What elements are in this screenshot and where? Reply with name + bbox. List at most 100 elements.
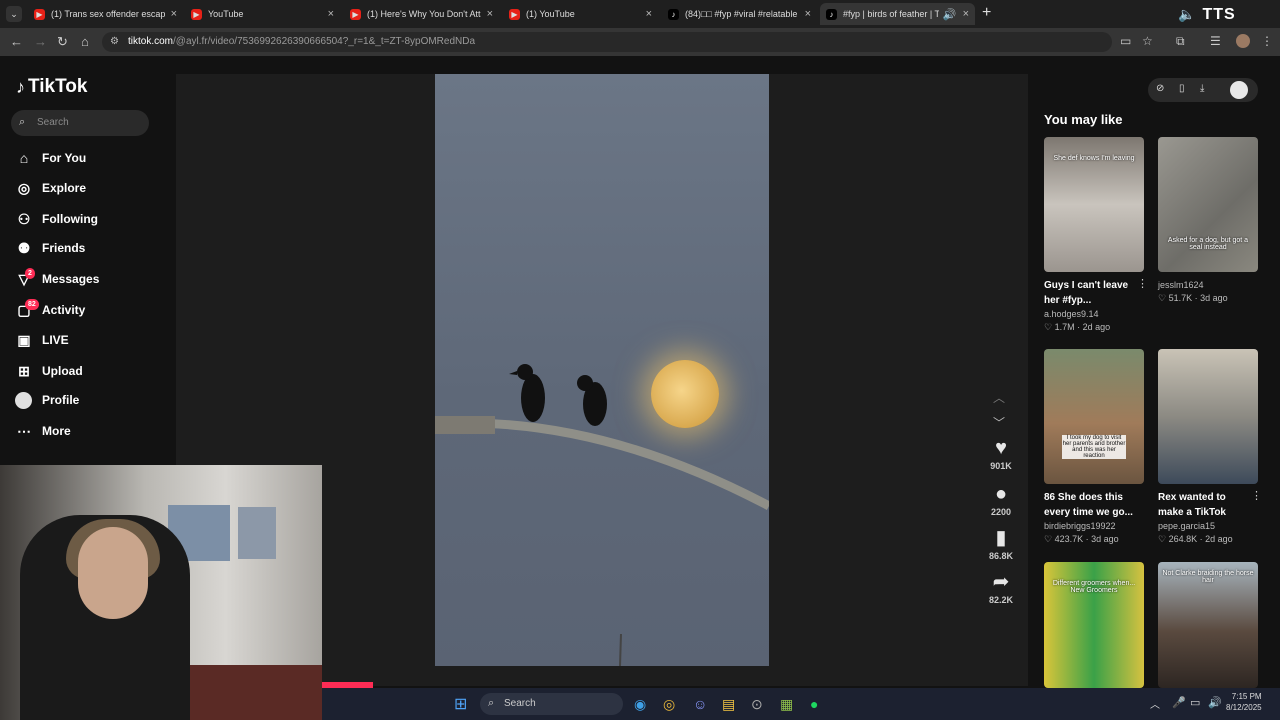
tab-title: YouTube bbox=[208, 9, 244, 19]
sidebar-item-profile[interactable]: Profile bbox=[15, 389, 79, 411]
card-more-icon[interactable]: ⋮ bbox=[1137, 277, 1148, 290]
tiktok-logo[interactable]: ♪ TikTok bbox=[16, 76, 87, 98]
tiktok-icon: ♪ bbox=[826, 8, 837, 20]
card-username[interactable]: a.hodges9.14 bbox=[1044, 309, 1144, 319]
network-icon[interactable]: ▭ bbox=[1190, 696, 1200, 709]
close-tab-icon[interactable]: × bbox=[171, 8, 177, 20]
recommendation-card[interactable]: I took my dog to visit her parents and b… bbox=[1044, 349, 1144, 545]
comment-button[interactable]: ● 2200 bbox=[984, 483, 1018, 517]
recommendation-card[interactable]: Rex wanted to make a TikTok ⋮ pepe.garci… bbox=[1158, 349, 1262, 545]
video-thumbnail[interactable]: Different groomers when... New Groomers bbox=[1044, 562, 1144, 688]
browser-tab-5[interactable]: ♪ (84)□□ #fyp #viral #relatable # × bbox=[662, 3, 817, 25]
share-button[interactable]: ➦ 82.2K bbox=[984, 571, 1018, 605]
cast-icon[interactable]: ▭ bbox=[1120, 34, 1131, 48]
card-more-icon[interactable]: ⋮ bbox=[1251, 489, 1262, 502]
sidebar-item-explore[interactable]: ◎ Explore bbox=[15, 177, 86, 199]
browser-tab-3[interactable]: ▶ (1) Here's Why You Don't Attac × bbox=[344, 3, 499, 25]
browser-tab-1[interactable]: ▶ (1) Trans sex offender escapes p × bbox=[28, 3, 183, 25]
reading-list-icon[interactable]: ☰ bbox=[1210, 34, 1221, 48]
card-likes: 51.7K bbox=[1168, 293, 1193, 303]
new-tab-button[interactable]: + bbox=[982, 4, 991, 22]
live-icon: ▣ bbox=[17, 331, 31, 348]
edge-icon[interactable]: ◉ bbox=[634, 696, 646, 713]
close-tab-icon[interactable]: × bbox=[487, 8, 493, 20]
extensions-icon[interactable]: ⧉ bbox=[1176, 34, 1185, 49]
recommendation-card[interactable]: Asked for a dog, but got a seal instead … bbox=[1158, 137, 1258, 304]
device-icon[interactable]: ▯ bbox=[1179, 83, 1185, 94]
sidebar-item-for-you[interactable]: ⌂ For You bbox=[15, 147, 86, 169]
volume-icon[interactable]: 🔊 bbox=[1208, 696, 1222, 709]
audio-playing-icon[interactable]: 🔊 bbox=[943, 8, 957, 21]
spotify-icon[interactable]: ● bbox=[810, 696, 818, 712]
reload-icon[interactable]: ↻ bbox=[57, 34, 68, 50]
tab-search-button[interactable]: ⌄ bbox=[6, 6, 22, 22]
windows-start-icon[interactable]: ⊞ bbox=[454, 694, 467, 714]
card-title[interactable]: 86 She does this every time we go... bbox=[1044, 490, 1134, 520]
download-icon[interactable]: ⤓ bbox=[1200, 83, 1204, 94]
recommendation-card[interactable]: Different groomers when... New Groomers bbox=[1044, 562, 1144, 688]
card-username[interactable]: jesslm1624 bbox=[1158, 280, 1258, 290]
card-username[interactable]: birdiebriggs19922 bbox=[1044, 521, 1144, 531]
site-info-icon[interactable]: ⚙ bbox=[110, 36, 119, 47]
tab-title: (1) YouTube bbox=[526, 9, 575, 19]
card-username[interactable]: pepe.garcia15 bbox=[1158, 521, 1258, 531]
card-likes: 264.8K bbox=[1168, 534, 1198, 544]
bookmark-count: 86.8K bbox=[988, 551, 1014, 561]
chrome-menu-icon[interactable]: ⋮ bbox=[1261, 34, 1273, 48]
like-count: 901K bbox=[990, 461, 1012, 471]
autoscroll-icon[interactable]: ⊘ bbox=[1156, 83, 1164, 94]
close-tab-icon[interactable]: × bbox=[646, 8, 652, 20]
thumbnail-caption: Asked for a dog, but got a seal instead bbox=[1167, 237, 1249, 251]
taskbar-search[interactable]: ⌕ Search bbox=[480, 693, 623, 715]
close-tab-icon[interactable]: × bbox=[963, 8, 969, 20]
file-explorer-icon[interactable]: ▤ bbox=[722, 696, 735, 713]
video-thumbnail[interactable]: I took my dog to visit her parents and b… bbox=[1044, 349, 1144, 484]
microphone-icon[interactable]: 🎤 bbox=[1172, 696, 1186, 709]
sidebar-item-following[interactable]: ⚇ Following bbox=[15, 208, 98, 230]
close-tab-icon[interactable]: × bbox=[328, 8, 334, 20]
sidebar-item-friends[interactable]: ⚉ Friends bbox=[15, 237, 86, 259]
close-tab-icon[interactable]: × bbox=[805, 8, 811, 20]
chrome-icon[interactable]: ◎ bbox=[663, 696, 675, 713]
url-path: /@ayl.fr/video/7536992626390666504?_r=1&… bbox=[173, 36, 476, 47]
home-icon: ⌂ bbox=[19, 150, 29, 166]
card-title[interactable]: Rex wanted to make a TikTok bbox=[1158, 490, 1248, 520]
compass-icon: ◎ bbox=[17, 179, 31, 196]
recommendation-card[interactable]: Not Clarke braiding the horse hair bbox=[1158, 562, 1258, 688]
sidebar-item-messages[interactable]: ▽ 2 Messages bbox=[15, 267, 99, 290]
video-thumbnail[interactable] bbox=[1158, 349, 1258, 484]
sidebar-item-activity[interactable]: ▢ 82 Activity bbox=[15, 298, 85, 321]
sidebar-item-live[interactable]: ▣ LIVE bbox=[15, 329, 68, 351]
sidebar-item-upload[interactable]: ⊞ Upload bbox=[15, 360, 83, 382]
taskbar-clock[interactable]: 7:15 PM 8/12/2025 bbox=[1226, 691, 1262, 713]
app-icon[interactable]: ▦ bbox=[780, 696, 793, 713]
video-player[interactable] bbox=[435, 74, 769, 666]
youtube-icon: ▶ bbox=[191, 8, 202, 20]
next-video-chevron-icon[interactable]: ﹀ bbox=[993, 414, 1005, 431]
address-bar[interactable]: ⚙ tiktok.com/@ayl.fr/video/7536992626390… bbox=[102, 32, 1112, 52]
video-thumbnail[interactable]: She def knows I'm leaving bbox=[1044, 137, 1144, 272]
bookmark-star-icon[interactable]: ☆ bbox=[1142, 34, 1153, 48]
like-button[interactable]: ♥ 901K bbox=[984, 437, 1018, 471]
card-title[interactable]: Guys I can't leave her #fyp... bbox=[1044, 278, 1134, 308]
browser-tab-2[interactable]: ▶ YouTube × bbox=[185, 3, 340, 25]
browser-tab-4[interactable]: ▶ (1) YouTube × bbox=[503, 3, 658, 25]
sidebar-item-more[interactable]: ⋯ More bbox=[15, 420, 71, 442]
bookmark-button[interactable]: ▮ 86.8K bbox=[984, 527, 1018, 561]
tab-title: (1) Trans sex offender escapes p bbox=[51, 9, 165, 19]
browser-profile-avatar[interactable] bbox=[1236, 34, 1250, 48]
recommendation-card[interactable]: She def knows I'm leaving Guys I can't l… bbox=[1044, 137, 1148, 333]
profile-avatar[interactable] bbox=[1230, 81, 1248, 99]
video-thumbnail[interactable]: Not Clarke braiding the horse hair bbox=[1158, 562, 1258, 688]
previous-video-chevron-icon[interactable]: ︿ bbox=[993, 389, 1005, 406]
show-hidden-icons-chevron-icon[interactable]: ︿ bbox=[1150, 696, 1160, 711]
video-thumbnail[interactable]: Asked for a dog, but got a seal instead bbox=[1158, 137, 1258, 272]
taskbar-search-label: Search bbox=[504, 698, 536, 709]
discord-icon[interactable]: ☺ bbox=[693, 696, 707, 712]
back-arrow-icon[interactable]: ← bbox=[10, 34, 23, 49]
browser-tab-6[interactable]: ♪ #fyp | birds of feather | TikT 🔊 × bbox=[820, 3, 975, 25]
search-input[interactable]: ⌕ Search bbox=[11, 110, 149, 136]
obs-icon[interactable]: ⊙ bbox=[751, 696, 763, 713]
forward-arrow-icon[interactable]: → bbox=[34, 34, 47, 49]
home-icon[interactable]: ⌂ bbox=[81, 34, 89, 49]
